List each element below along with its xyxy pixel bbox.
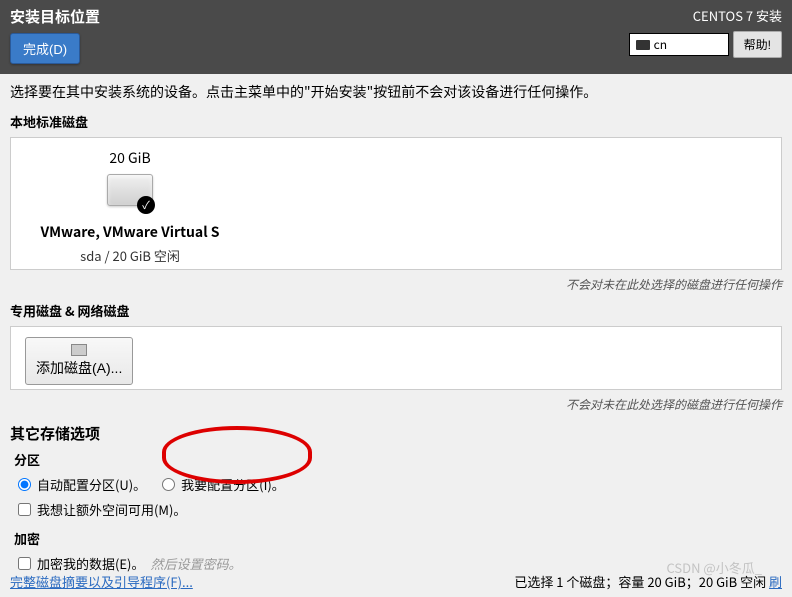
encryption-group: 加密 加密我的数据(E)。 然后设置密码。 [14,529,782,573]
done-button[interactable]: 完成(D) [10,33,80,64]
auto-partition-label: 自动配置分区(U)。 [37,475,146,494]
keyboard-layout-label: cn [654,36,667,53]
encryption-hint: 然后设置密码。 [150,554,241,573]
disk-icon-wrap: ✓ [107,174,153,212]
special-disks-note: 不会对未在此处选择的磁盘进行任何操作 [10,396,782,413]
extra-space-label: 我想让额外空间可用(M)。 [37,500,186,519]
extra-space-input[interactable] [18,503,31,516]
disk-summary-link[interactable]: 完整磁盘摘要以及引导程序(F)... [10,572,193,591]
disk-name: VMware, VMware Virtual S [40,222,219,242]
partition-group: 分区 自动配置分区(U)。 我要配置分区(I)。 我想让额外空间可用(M)。 [14,450,782,519]
refresh-link[interactable]: 刷 [769,572,782,591]
manual-partition-input[interactable] [162,478,175,491]
special-disks-label: 专用磁盘 & 网络磁盘 [10,301,782,320]
local-disks-area: 20 GiB ✓ VMware, VMware Virtual S sda / … [10,137,782,270]
footer-status: 已选择 1 个磁盘；容量 20 GiB；20 GiB 空闲 [514,572,769,591]
encrypt-data-check[interactable]: 加密我的数据(E)。 然后设置密码。 [18,554,782,573]
encrypt-data-label: 加密我的数据(E)。 [37,554,144,573]
local-disks-note: 不会对未在此处选择的磁盘进行任何操作 [10,276,782,293]
keyboard-layout-selector[interactable]: cn [629,33,729,56]
auto-partition-radio[interactable]: 自动配置分区(U)。 [18,475,146,494]
disk-item[interactable]: 20 GiB ✓ VMware, VMware Virtual S sda / … [25,148,235,265]
manual-partition-label: 我要配置分区(I)。 [181,475,285,494]
page-title: 安装目标位置 [10,6,100,27]
disk-info: sda / 20 GiB 空闲 [80,246,180,265]
other-storage-section: 其它存储选项 分区 自动配置分区(U)。 我要配置分区(I)。 我想让额外空间可… [10,423,782,573]
add-disk-button[interactable]: 添加磁盘(A)... [25,337,133,385]
instruction-text: 选择要在其中安装系统的设备。点击主菜单中的"开始安装"按钮前不会对该设备进行任何… [10,82,782,102]
keyboard-icon [636,40,650,50]
add-disk-icon [71,344,87,356]
checkmark-icon: ✓ [137,196,155,214]
partition-label: 分区 [14,450,782,469]
manual-partition-radio[interactable]: 我要配置分区(I)。 [162,475,285,494]
content: 选择要在其中安装系统的设备。点击主菜单中的"开始安装"按钮前不会对该设备进行任何… [0,74,792,581]
header-right: CENTOS 7 安装 cn 帮助! [629,6,782,64]
encrypt-data-input[interactable] [18,557,31,570]
local-disks-label: 本地标准磁盘 [10,112,782,131]
extra-space-check[interactable]: 我想让额外空间可用(M)。 [18,500,782,519]
other-storage-title: 其它存储选项 [10,423,782,444]
footer-status-wrap: 已选择 1 个磁盘；容量 20 GiB；20 GiB 空闲 刷 [514,572,782,591]
header-controls: cn 帮助! [629,31,782,58]
help-button[interactable]: 帮助! [733,31,782,58]
header: 安装目标位置 完成(D) CENTOS 7 安装 cn 帮助! [0,0,792,74]
encryption-label: 加密 [14,529,782,548]
auto-partition-input[interactable] [18,478,31,491]
special-disks-area: 添加磁盘(A)... [10,326,782,390]
add-disk-label: 添加磁盘(A)... [36,358,122,378]
footer: 完整磁盘摘要以及引导程序(F)... 已选择 1 个磁盘；容量 20 GiB；2… [0,572,792,591]
disk-size: 20 GiB [109,148,150,168]
header-left: 安装目标位置 完成(D) [10,6,100,64]
installer-name: CENTOS 7 安装 [693,6,782,25]
partition-radio-row: 自动配置分区(U)。 我要配置分区(I)。 [18,475,782,494]
